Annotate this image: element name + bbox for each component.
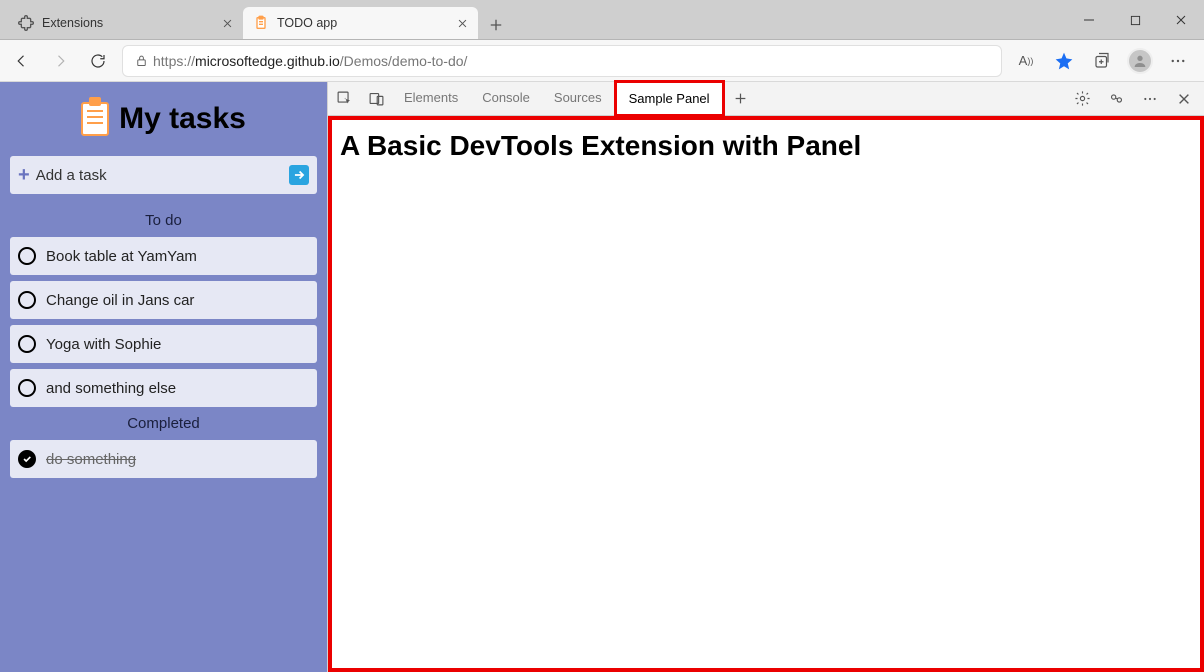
puzzle-icon [18, 15, 34, 31]
browser-tab-extensions[interactable]: Extensions [8, 7, 243, 39]
browser-tab-todo-app[interactable]: TODO app [243, 7, 478, 39]
app-header: My tasks [10, 92, 317, 150]
plus-icon: + [18, 164, 30, 187]
task-label: Book table at YamYam [46, 248, 197, 265]
devtools-settings-button[interactable] [1066, 90, 1098, 107]
tab-title: TODO app [277, 16, 454, 30]
collections-button[interactable] [1084, 45, 1120, 77]
task-checkbox[interactable] [18, 247, 36, 265]
more-button[interactable] [1160, 45, 1196, 77]
task-item[interactable]: and something else [10, 369, 317, 407]
back-button[interactable] [4, 45, 40, 77]
close-icon[interactable] [219, 15, 235, 31]
task-label: and something else [46, 380, 176, 397]
address-bar[interactable]: https://microsoftedge.github.io/Demos/de… [122, 45, 1002, 77]
devtools-tabbar: Elements Console Sources Sample Panel [328, 82, 1204, 116]
app-title: My tasks [119, 102, 246, 136]
clipboard-icon [81, 102, 109, 136]
tab-title: Extensions [42, 16, 219, 30]
task-item[interactable]: Book table at YamYam [10, 237, 317, 275]
add-task-placeholder: Add a task [36, 167, 289, 184]
url-text: https://microsoftedge.github.io/Demos/de… [153, 53, 467, 69]
forward-button[interactable] [42, 45, 78, 77]
refresh-button[interactable] [80, 45, 116, 77]
minimize-button[interactable] [1066, 0, 1112, 40]
window-controls [1066, 0, 1204, 40]
inspect-element-button[interactable] [328, 82, 360, 115]
favorite-button[interactable] [1046, 45, 1082, 77]
devtools-tab-console[interactable]: Console [470, 82, 542, 115]
clipboard-icon [253, 15, 269, 31]
close-window-button[interactable] [1158, 0, 1204, 40]
completed-section-label: Completed [10, 415, 317, 432]
task-label: Yoga with Sophie [46, 336, 161, 353]
devtools-tab-sample-panel[interactable]: Sample Panel [614, 80, 725, 117]
task-checkbox[interactable] [18, 379, 36, 397]
read-aloud-button[interactable]: A)) [1008, 45, 1044, 77]
new-tab-button[interactable] [482, 11, 510, 39]
todo-app: My tasks + Add a task To do Book table a… [0, 82, 327, 672]
task-label: do something [46, 451, 136, 468]
browser-tabs: Extensions TODO app [8, 4, 510, 39]
add-task-input[interactable]: + Add a task [10, 156, 317, 194]
page-content: My tasks + Add a task To do Book table a… [0, 82, 1204, 672]
task-item[interactable]: Change oil in Jans car [10, 281, 317, 319]
task-label: Change oil in Jans car [46, 292, 194, 309]
browser-toolbar: https://microsoftedge.github.io/Demos/de… [0, 40, 1204, 82]
task-item[interactable]: Yoga with Sophie [10, 325, 317, 363]
devtools-tab-elements[interactable]: Elements [392, 82, 470, 115]
task-checkbox-checked[interactable] [18, 450, 36, 468]
url-prefix: https:// [153, 53, 195, 69]
devtools-panel-body: A Basic DevTools Extension with Panel [328, 116, 1204, 672]
task-checkbox[interactable] [18, 291, 36, 309]
task-item-done[interactable]: do something [10, 440, 317, 478]
devtools-more-button[interactable] [1134, 91, 1166, 107]
lock-icon [129, 53, 153, 68]
task-checkbox[interactable] [18, 335, 36, 353]
todo-section-label: To do [10, 212, 317, 229]
devtools-tab-sources[interactable]: Sources [542, 82, 614, 115]
devtools-close-button[interactable] [1168, 92, 1200, 106]
devtools-issues-button[interactable] [1100, 90, 1132, 107]
close-icon[interactable] [454, 15, 470, 31]
panel-heading: A Basic DevTools Extension with Panel [340, 130, 1192, 162]
browser-titlebar: Extensions TODO app [0, 0, 1204, 40]
url-host: microsoftedge.github.io [195, 53, 340, 69]
device-toggle-button[interactable] [360, 82, 392, 115]
avatar-icon [1127, 48, 1153, 74]
devtools-panel: Elements Console Sources Sample Panel [327, 82, 1204, 672]
submit-task-button[interactable] [289, 165, 309, 185]
maximize-button[interactable] [1112, 0, 1158, 40]
url-path: /Demos/demo-to-do/ [340, 53, 468, 69]
devtools-add-tab-button[interactable] [725, 82, 757, 115]
profile-button[interactable] [1122, 45, 1158, 77]
